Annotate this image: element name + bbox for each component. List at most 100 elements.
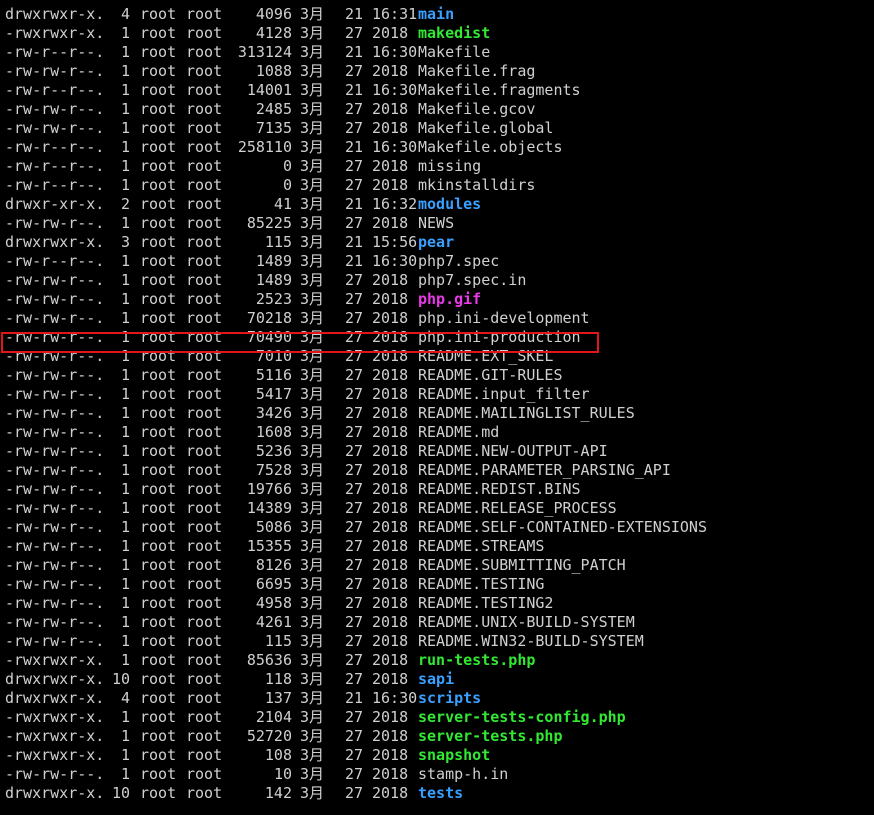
file-size: 5417: [255, 385, 292, 403]
listing-row: drwxrwxr-x. 10 root root 142 3月 27 2018 tests: [0, 784, 874, 803]
owner: root: [140, 423, 177, 441]
file-name: snapshot: [418, 746, 491, 764]
group: root: [186, 689, 223, 707]
listing-row: -rwxrwxr-x. 1 root root 4128 3月 27 2018 makedist: [0, 24, 874, 43]
link-count: 4: [120, 5, 130, 23]
file-name: Makefile.gcov: [418, 100, 536, 118]
file-size: 3426: [255, 404, 292, 422]
owner: root: [140, 746, 177, 764]
permissions: drwxrwxr-x.: [5, 689, 105, 707]
group: root: [186, 461, 223, 479]
file-size: 2104: [255, 708, 292, 726]
time-or-year: 16:30: [372, 689, 418, 707]
permissions: -rwxrwxr-x.: [5, 24, 105, 42]
permissions: -rw-r--r--.: [5, 81, 105, 99]
day: 27: [345, 537, 364, 555]
file-name: README.RELEASE_PROCESS: [418, 499, 617, 517]
group: root: [186, 575, 223, 593]
listing-row: -rw-rw-r--. 1 root root 8126 3月 27 2018 README.S…: [0, 556, 874, 575]
link-count: 1: [120, 43, 130, 61]
day: 27: [345, 119, 364, 137]
month: 3月: [300, 252, 325, 270]
file-name: php.gif: [418, 290, 482, 308]
time-or-year: 2018: [372, 442, 409, 460]
permissions: -rw-r--r--.: [5, 157, 105, 175]
time-or-year: 2018: [372, 328, 409, 346]
month: 3月: [300, 366, 325, 384]
file-size: 85636: [246, 651, 292, 669]
time-or-year: 2018: [372, 271, 409, 289]
group: root: [186, 651, 223, 669]
file-size: 4261: [255, 613, 292, 631]
owner: root: [140, 100, 177, 118]
day: 27: [345, 271, 364, 289]
file-name: NEWS: [418, 214, 455, 232]
owner: root: [140, 708, 177, 726]
day: 27: [345, 442, 364, 460]
group: root: [186, 746, 223, 764]
file-size: 0: [282, 176, 292, 194]
file-size: 108: [264, 746, 292, 764]
time-or-year: 16:30: [372, 43, 418, 61]
link-count: 1: [120, 347, 130, 365]
link-count: 1: [120, 499, 130, 517]
link-count: 1: [120, 24, 130, 42]
owner: root: [140, 461, 177, 479]
time-or-year: 2018: [372, 480, 409, 498]
time-or-year: 2018: [372, 537, 409, 555]
time-or-year: 2018: [372, 176, 409, 194]
group: root: [186, 423, 223, 441]
time-or-year: 2018: [372, 613, 409, 631]
link-count: 4: [120, 689, 130, 707]
permissions: -rw-rw-r--.: [5, 423, 105, 441]
permissions: -rw-rw-r--.: [5, 461, 105, 479]
month: 3月: [300, 499, 325, 517]
link-count: 1: [120, 575, 130, 593]
link-count: 1: [120, 385, 130, 403]
owner: root: [140, 347, 177, 365]
time-or-year: 2018: [372, 214, 409, 232]
time-or-year: 16:30: [372, 81, 418, 99]
permissions: -rw-rw-r--.: [5, 765, 105, 783]
month: 3月: [300, 176, 325, 194]
owner: root: [140, 5, 177, 23]
day: 27: [345, 328, 364, 346]
listing-row: -rw-rw-r--. 1 root root 115 3月 27 2018 README.WI…: [0, 632, 874, 651]
file-size: 4958: [255, 594, 292, 612]
link-count: 10: [111, 670, 130, 688]
permissions: -rw-r--r--.: [5, 176, 105, 194]
day: 27: [345, 594, 364, 612]
month: 3月: [300, 784, 325, 802]
permissions: drwxrwxr-x.: [5, 5, 105, 23]
listing-row: -rw-rw-r--. 1 root root 15355 3月 27 2018 README.…: [0, 537, 874, 556]
listing-row: -rw-rw-r--. 1 root root 4958 3月 27 2018 README.T…: [0, 594, 874, 613]
link-count: 1: [120, 119, 130, 137]
group: root: [186, 727, 223, 745]
time-or-year: 16:30: [372, 252, 418, 270]
permissions: -rwxrwxr-x.: [5, 651, 105, 669]
day: 27: [345, 157, 364, 175]
file-size: 2485: [255, 100, 292, 118]
link-count: 1: [120, 176, 130, 194]
day: 21: [345, 81, 364, 99]
time-or-year: 16:31: [372, 5, 418, 23]
link-count: 10: [111, 784, 130, 802]
file-name: README.TESTING2: [418, 594, 554, 612]
day: 27: [345, 575, 364, 593]
permissions: -rwxrwxr-x.: [5, 746, 105, 764]
owner: root: [140, 233, 177, 251]
group: root: [186, 100, 223, 118]
file-name: README.TESTING: [418, 575, 545, 593]
month: 3月: [300, 100, 325, 118]
month: 3月: [300, 461, 325, 479]
day: 27: [345, 404, 364, 422]
file-name: mkinstalldirs: [418, 176, 536, 194]
listing-row: -rw-rw-r--. 1 root root 85225 3月 27 2018 NEWS: [0, 214, 874, 233]
file-name: php7.spec: [418, 252, 500, 270]
owner: root: [140, 328, 177, 346]
listing-row: -rw-rw-r--. 1 root root 2485 3月 27 2018 Makefile…: [0, 100, 874, 119]
day: 21: [345, 43, 364, 61]
link-count: 1: [120, 271, 130, 289]
day: 21: [345, 138, 364, 156]
file-size: 1088: [255, 62, 292, 80]
